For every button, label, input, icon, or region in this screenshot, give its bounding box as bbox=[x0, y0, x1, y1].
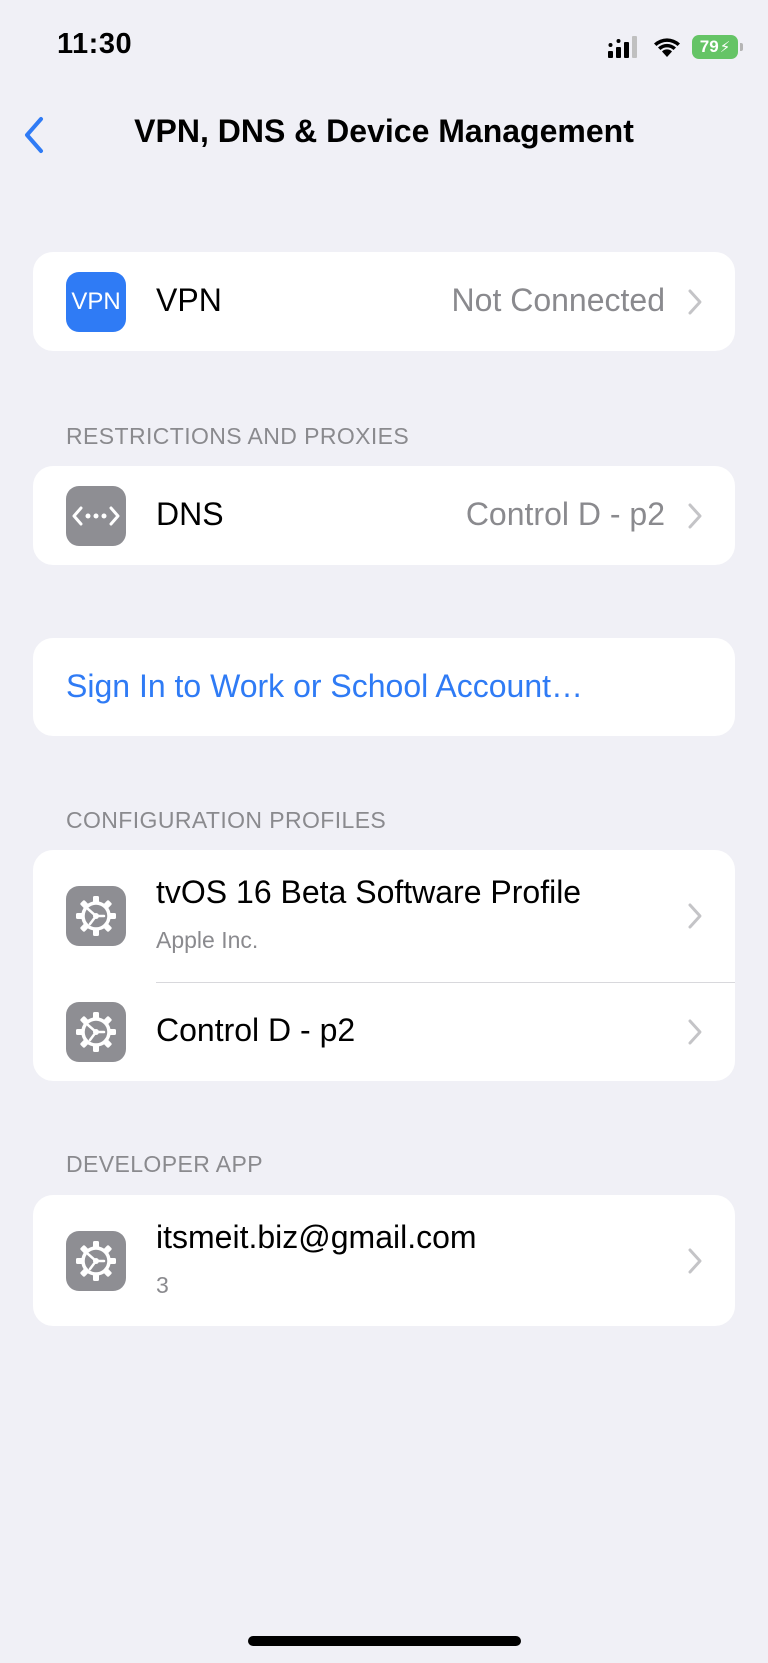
settings-gear-icon bbox=[76, 1012, 116, 1052]
chevron-right-icon bbox=[688, 903, 702, 929]
developer-app-count: 3 bbox=[156, 1272, 169, 1298]
profile-gear-icon bbox=[66, 1002, 126, 1062]
profile-row[interactable]: Control D - p2 bbox=[33, 982, 735, 1081]
account-group: Sign In to Work or School Account… bbox=[33, 638, 735, 736]
chevron-right-icon bbox=[688, 1248, 702, 1274]
sign-in-row[interactable]: Sign In to Work or School Account… bbox=[33, 638, 735, 736]
vpn-icon-label: VPN bbox=[71, 288, 121, 315]
vpn-status: Not Connected bbox=[451, 282, 665, 318]
dns-icon bbox=[66, 486, 126, 546]
charging-bolt-icon: ⚡ bbox=[719, 39, 731, 56]
developer-group: itsmeit.biz@gmail.com 3 bbox=[33, 1195, 735, 1326]
dns-title: DNS bbox=[156, 496, 224, 532]
profile-row[interactable]: tvOS 16 Beta Software Profile Apple Inc. bbox=[33, 850, 735, 982]
configuration-profiles-header: CONFIGURATION PROFILES bbox=[66, 807, 387, 833]
vpn-title: VPN bbox=[156, 282, 222, 318]
developer-row[interactable]: itsmeit.biz@gmail.com 3 bbox=[33, 1195, 735, 1326]
home-indicator[interactable] bbox=[248, 1636, 521, 1646]
profiles-group: tvOS 16 Beta Software Profile Apple Inc. bbox=[33, 850, 735, 1081]
profile-subtitle: Apple Inc. bbox=[156, 927, 259, 953]
chevron-right-icon bbox=[688, 503, 702, 529]
status-time: 11:30 bbox=[57, 28, 133, 60]
profile-title: Control D - p2 bbox=[156, 1012, 356, 1048]
chevron-right-icon bbox=[688, 1019, 702, 1045]
dns-row[interactable]: DNS Control D - p2 bbox=[33, 466, 735, 565]
restrictions-header: RESTRICTIONS AND PROXIES bbox=[66, 423, 410, 449]
settings-gear-icon bbox=[76, 896, 116, 936]
vpn-icon: VPN bbox=[66, 272, 126, 332]
battery-indicator: 79 ⚡ bbox=[692, 35, 743, 59]
page-title: VPN, DNS & Device Management bbox=[134, 113, 634, 149]
dns-group: DNS Control D - p2 bbox=[33, 466, 735, 565]
profile-gear-icon bbox=[66, 886, 126, 946]
wifi-icon bbox=[654, 38, 680, 57]
sign-in-link[interactable]: Sign In to Work or School Account… bbox=[66, 668, 583, 705]
developer-gear-icon bbox=[66, 1231, 126, 1291]
developer-app-header: DEVELOPER APP bbox=[66, 1151, 263, 1177]
chevron-right-icon bbox=[688, 289, 702, 315]
developer-email: itsmeit.biz@gmail.com bbox=[156, 1219, 477, 1255]
status-icons: 79 ⚡ bbox=[608, 34, 743, 60]
dns-value: Control D - p2 bbox=[465, 496, 665, 532]
profile-title: tvOS 16 Beta Software Profile bbox=[156, 874, 582, 910]
battery-percent: 79 bbox=[699, 37, 719, 56]
cellular-signal-icon bbox=[608, 36, 637, 58]
vpn-group: VPN VPN Not Connected bbox=[33, 252, 735, 351]
dns-dots-arrows-icon bbox=[72, 506, 120, 526]
vpn-row[interactable]: VPN VPN Not Connected bbox=[33, 252, 735, 351]
settings-gear-icon bbox=[76, 1241, 116, 1281]
